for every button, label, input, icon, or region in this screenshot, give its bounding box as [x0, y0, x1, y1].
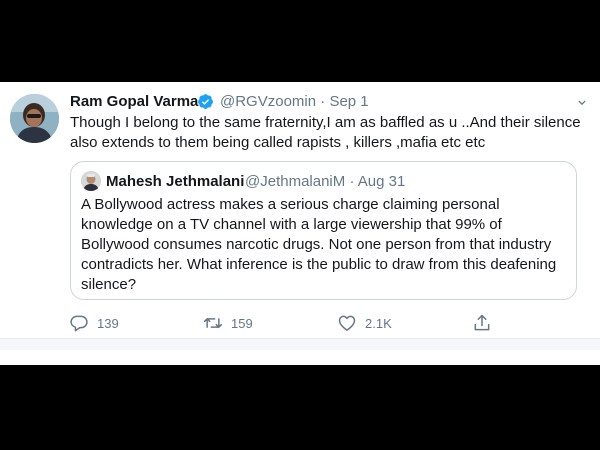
author-meta[interactable]: @RGVzoomin · Sep 1 — [220, 93, 369, 110]
quoted-author-handle: @JethmalaniM — [245, 173, 346, 190]
like-count: 2.1K — [365, 315, 392, 331]
tweet-text: Though I belong to the same fraternity,I… — [70, 114, 581, 151]
retweet-count: 159 — [231, 315, 253, 331]
quoted-author-name: Mahesh Jethmalani — [106, 173, 245, 190]
share-icon — [474, 314, 490, 331]
author-name[interactable]: Ram Gopal Varma — [70, 93, 198, 110]
avatar[interactable] — [10, 94, 59, 143]
footer-strip — [0, 339, 600, 350]
meta-separator: · — [320, 93, 326, 110]
tweet-date[interactable]: Sep 1 — [329, 93, 368, 110]
avatar-photo — [10, 94, 59, 143]
reply-icon — [70, 315, 88, 332]
heart-icon — [338, 315, 356, 331]
quoted-avatar-photo — [81, 171, 101, 191]
verified-badge-icon — [198, 94, 213, 109]
retweet-icon — [203, 318, 223, 328]
quoted-avatar — [81, 171, 101, 191]
quoted-tweet-date: Aug 31 — [357, 173, 406, 190]
quoted-meta-separator: · — [349, 173, 355, 190]
retweet-button[interactable]: 159 — [203, 312, 253, 334]
author-handle[interactable]: @RGVzoomin — [220, 93, 316, 110]
like-button[interactable]: 2.1K — [337, 312, 392, 334]
quoted-author-meta: @JethmalaniM · Aug 31 — [245, 173, 405, 190]
more-options-icon[interactable] — [574, 94, 590, 110]
reply-count: 139 — [97, 315, 119, 331]
share-button[interactable] — [472, 312, 500, 334]
reply-button[interactable]: 139 — [69, 312, 119, 334]
quoted-tweet-text: A Bollywood actress makes a serious char… — [81, 196, 557, 293]
